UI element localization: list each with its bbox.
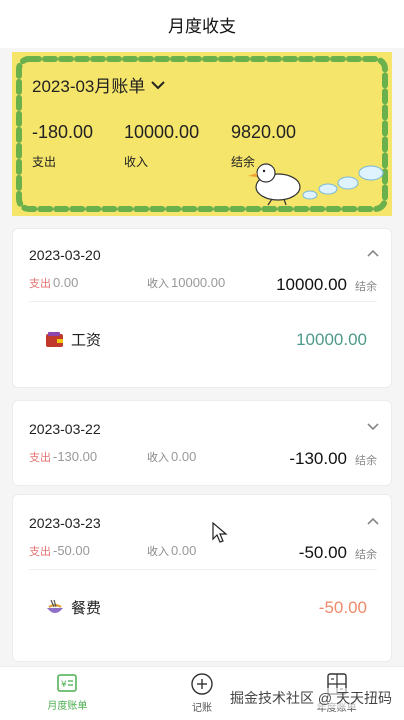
record-category: 工资 (71, 332, 102, 349)
day-expense: 支出 -50.00 (29, 543, 90, 558)
food-bowl-icon (47, 599, 63, 613)
income-total: 10000.00 (124, 122, 200, 142)
chevron-up-icon[interactable] (367, 249, 379, 257)
wallet-icon (46, 331, 63, 347)
navbar: 月度收支 (0, 0, 404, 48)
day-card: 2023-03-23 支出 -50.00 收入 0.00 -50.00 结余 餐费 -… (12, 494, 392, 662)
month-summary-banner: 2023-03月账单 -180.00 支出 10000.00 收入 9820.0… (12, 52, 392, 216)
month-selector[interactable]: 2023-03月账单 (32, 72, 166, 97)
day-balance: -50.00 结余 (298, 543, 377, 562)
watermark: 掘金技术社区 @ 天天扭码 (230, 688, 392, 708)
record-item[interactable]: 工资 10000.00 (45, 329, 367, 350)
bill-icon: ¥ (57, 674, 78, 692)
divider (29, 301, 377, 302)
chevron-down-icon (151, 80, 166, 89)
day-expense: 支出 0.00 (29, 275, 79, 290)
expense-caption: 支出 (32, 155, 57, 169)
tab-monthly-bill[interactable]: ¥ 月度账单 (0, 667, 135, 720)
record-item[interactable]: 餐费 -50.00 (45, 597, 367, 618)
tab-label: 月度账单 (47, 701, 88, 712)
plus-circle-icon (191, 673, 213, 695)
day-date: 2023-03-23 (29, 515, 101, 531)
month-label: 2023-03月账单 (32, 77, 146, 96)
day-date: 2023-03-22 (29, 421, 101, 437)
day-income: 收入 10000.00 (147, 275, 226, 290)
income-caption: 收入 (124, 155, 149, 169)
tab-label: 记账 (192, 703, 212, 714)
chevron-up-icon[interactable] (367, 517, 379, 525)
day-card: 2023-03-22 支出 -130.00 收入 0.00 -130.00 结余 (12, 400, 392, 486)
page-title: 月度收支 (168, 16, 236, 36)
record-category: 餐费 (71, 600, 102, 617)
day-summary-row: 支出 0.00 收入 10000.00 10000.00 结余 (29, 275, 377, 295)
day-summary-row: 支出 -50.00 收入 0.00 -50.00 结余 (29, 543, 377, 563)
svg-text:¥: ¥ (61, 680, 67, 690)
record-amount: -50.00 (318, 597, 367, 617)
income-stat: 10000.00 收入 (124, 122, 199, 170)
day-card: 2023-03-20 支出 0.00 收入 10000.00 10000.00 结余 … (12, 228, 392, 388)
mouse-cursor-icon (212, 522, 228, 543)
day-income: 收入 0.00 (147, 449, 197, 464)
record-amount: 10000.00 (296, 329, 367, 349)
expense-stat: -180.00 支出 (32, 122, 93, 170)
expense-total: -180.00 (32, 122, 94, 142)
day-date: 2023-03-20 (29, 247, 101, 263)
day-income: 收入 0.00 (147, 543, 197, 558)
day-balance: 10000.00 结余 (276, 275, 377, 294)
balance-total: 9820.00 (231, 122, 297, 142)
divider (29, 569, 377, 570)
day-expense: 支出 -130.00 (29, 449, 98, 464)
duck-illustration (248, 163, 384, 206)
day-summary-row: 支出 -130.00 收入 0.00 -130.00 结余 (29, 449, 377, 469)
chevron-down-icon[interactable] (367, 423, 379, 431)
day-balance: -130.00 结余 (289, 449, 377, 468)
